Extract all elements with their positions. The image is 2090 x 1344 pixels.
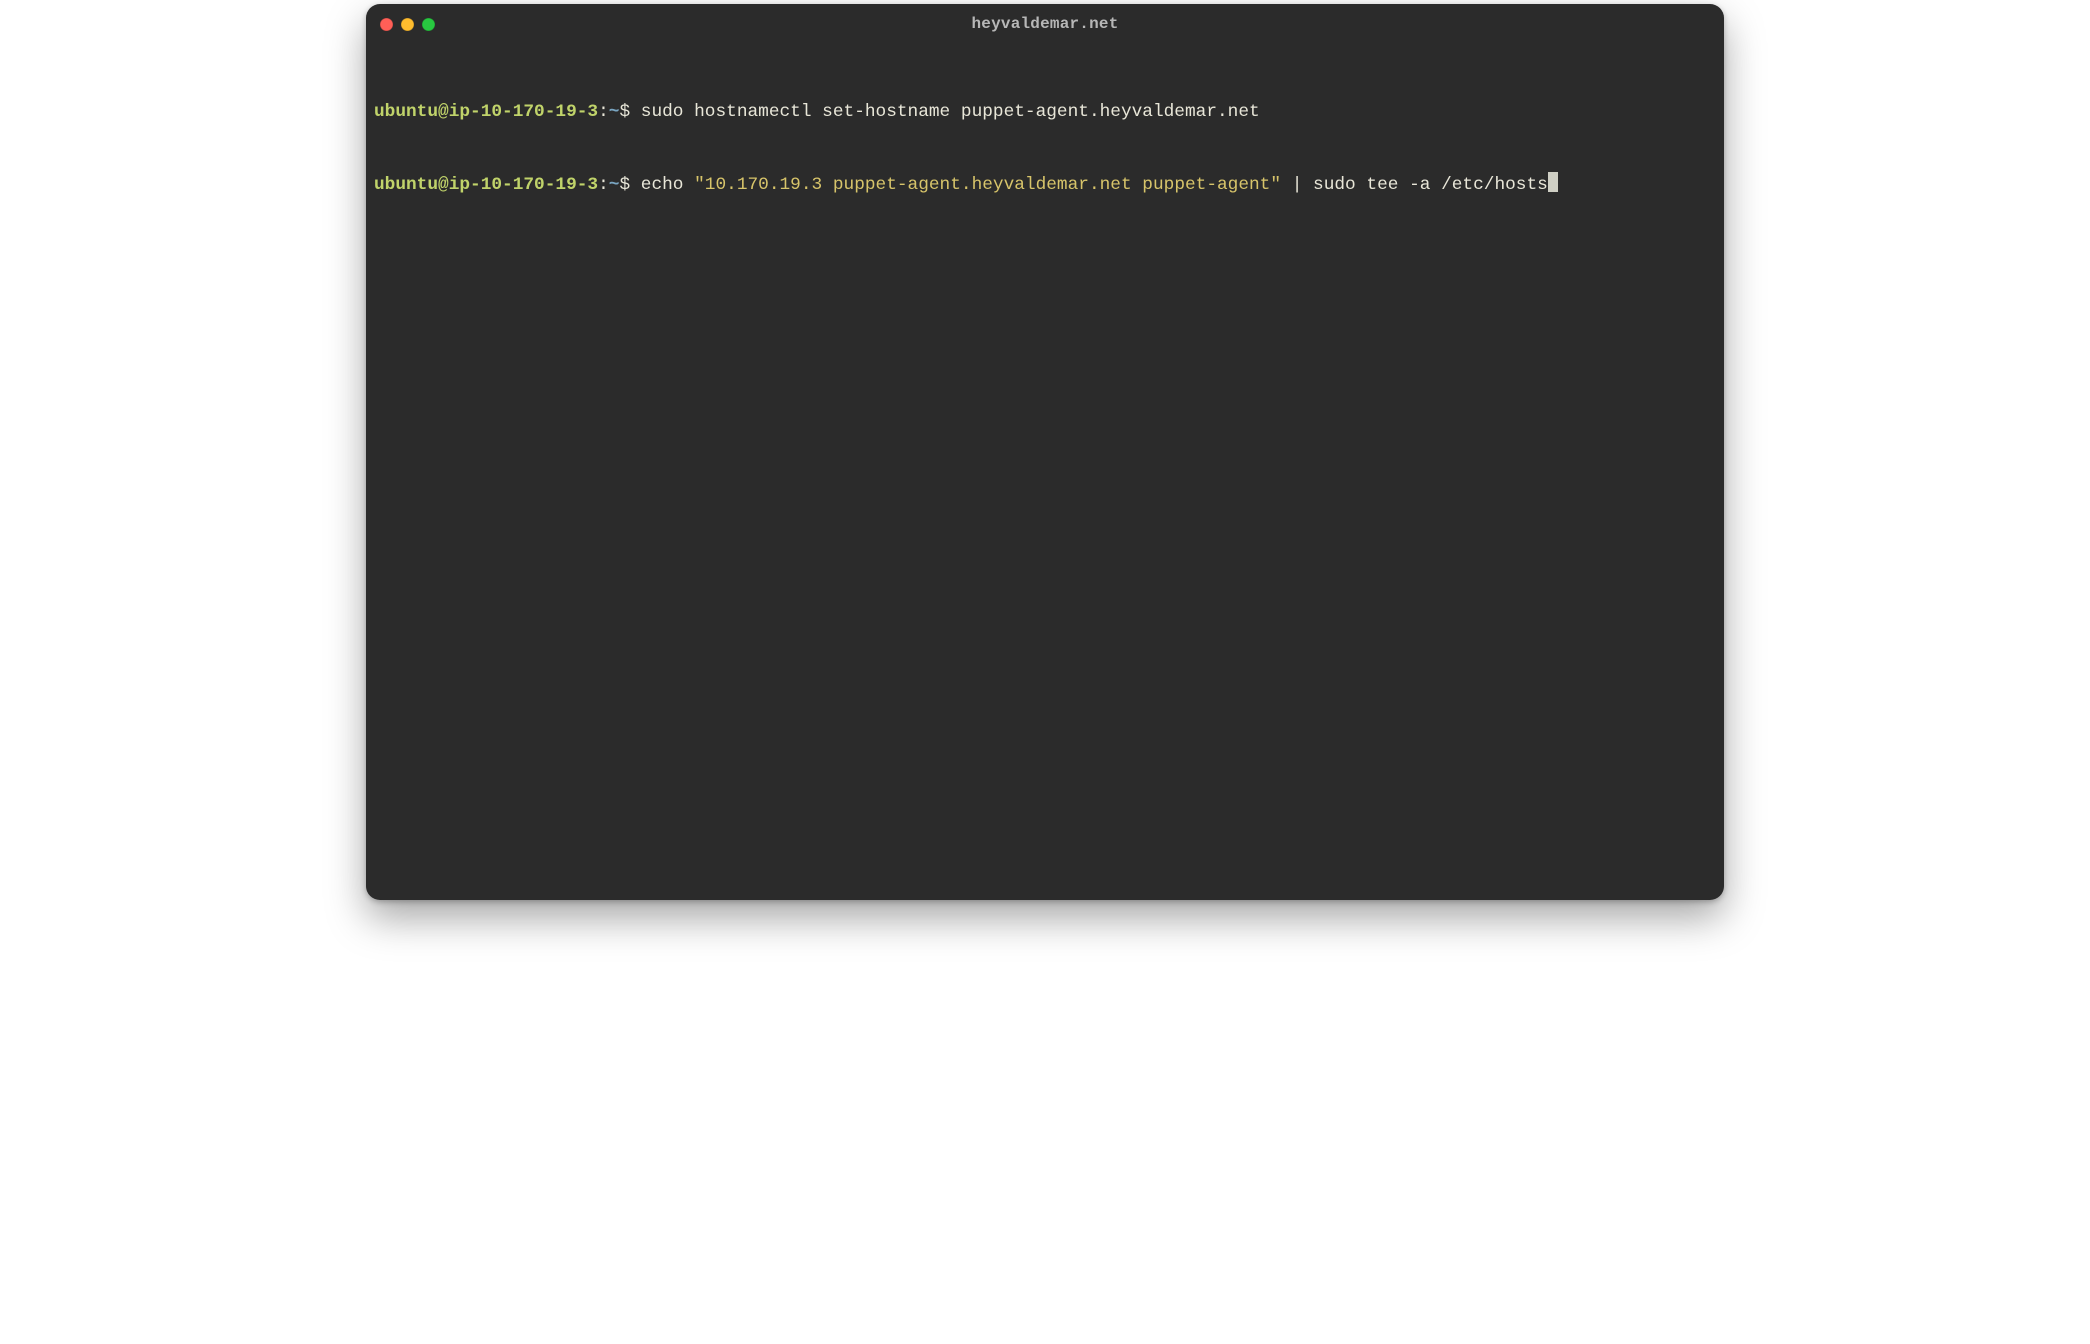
titlebar: heyvaldemar.net (366, 4, 1724, 44)
terminal-line: ubuntu@ip-10-170-19-3:~$ echo "10.170.19… (374, 172, 1716, 197)
close-icon[interactable] (380, 18, 393, 31)
command-text: echo (630, 175, 694, 195)
prompt-colon: : (598, 175, 609, 195)
maximize-icon[interactable] (422, 18, 435, 31)
command-string: "10.170.19.3 puppet-agent.heyvaldemar.ne… (694, 175, 1281, 195)
window-controls (380, 18, 435, 31)
minimize-icon[interactable] (401, 18, 414, 31)
prompt-user-host: ubuntu@ip-10-170-19-3 (374, 102, 598, 122)
prompt-symbol: $ (619, 175, 630, 195)
prompt-path: ~ (609, 102, 620, 122)
command-text: | sudo tee -a /etc/hosts (1281, 175, 1548, 195)
terminal-line: ubuntu@ip-10-170-19-3:~$ sudo hostnamect… (374, 100, 1716, 124)
terminal-body[interactable]: ubuntu@ip-10-170-19-3:~$ sudo hostnamect… (366, 44, 1724, 900)
prompt-symbol: $ (619, 102, 630, 122)
cursor-block-icon (1548, 172, 1558, 192)
terminal-window: heyvaldemar.net ubuntu@ip-10-170-19-3:~$… (366, 4, 1724, 900)
prompt-user-host: ubuntu@ip-10-170-19-3 (374, 175, 598, 195)
prompt-colon: : (598, 102, 609, 122)
prompt-path: ~ (609, 175, 620, 195)
window-title: heyvaldemar.net (366, 15, 1724, 33)
command-text: sudo hostnamectl set-hostname puppet-age… (630, 102, 1260, 122)
